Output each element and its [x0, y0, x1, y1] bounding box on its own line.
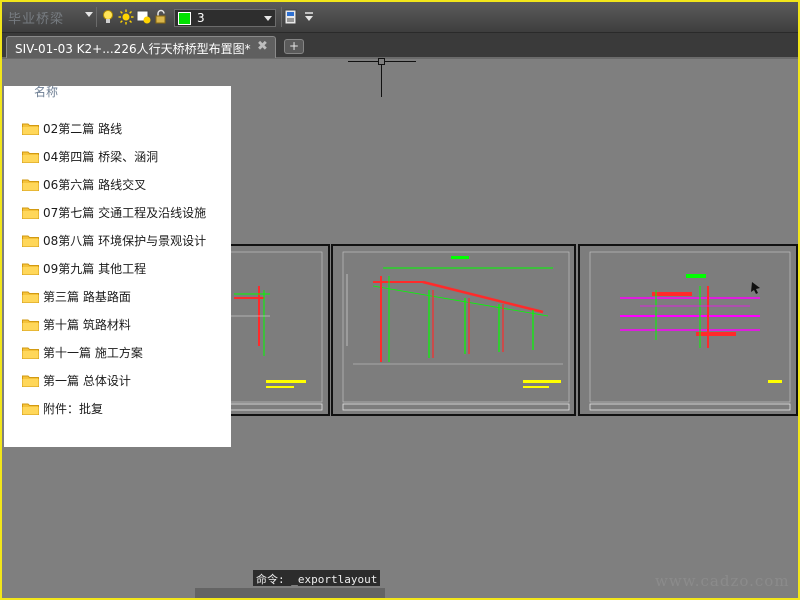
new-tab-button[interactable]: + [284, 39, 304, 54]
sheet-2-drawing [342, 251, 570, 411]
folder-icon [22, 151, 39, 163]
folder-icon [22, 235, 39, 247]
folder-item[interactable]: 07第七篇 交通工程及沿线设施 [22, 198, 206, 226]
command-line[interactable]: 命令: _exportlayout [253, 570, 381, 586]
folder-icon [22, 123, 39, 135]
folder-label: 06第六篇 路线交叉 [43, 177, 147, 192]
folder-icon [22, 207, 39, 219]
toolbar-separator [281, 7, 282, 27]
folder-icon [22, 291, 39, 303]
folder-item[interactable]: 06第六篇 路线交叉 [22, 170, 206, 198]
folder-label: 08第八篇 环境保护与景观设计 [43, 233, 207, 248]
watermark: www.cadzo.com [655, 572, 790, 590]
folder-item[interactable]: 09第九篇 其他工程 [22, 254, 206, 282]
folder-icon [22, 403, 39, 415]
folder-icon [22, 319, 39, 331]
tab-close-icon[interactable]: ✖ [257, 39, 268, 54]
folder-icon [22, 375, 39, 387]
folder-list: 02第二篇 路线 04第四篇 桥梁、涵洞 06第六篇 路线交叉 07第七篇 交通工程及… [22, 114, 206, 422]
toolbar-separator [96, 7, 97, 27]
folder-label: 第一篇 总体设计 [43, 373, 131, 388]
folder-item[interactable]: 第十篇 筑路材料 [22, 310, 206, 338]
layer-freeze-sun-icon[interactable] [118, 9, 134, 25]
top-toolbar: 毕业桥梁 3 [2, 2, 798, 33]
layout-sheet-2[interactable] [331, 244, 576, 416]
layer-color-swatch [178, 12, 191, 25]
crosshair-cursor [381, 61, 382, 97]
crosshair-pickbox [378, 58, 385, 65]
folder-item[interactable]: 第一篇 总体设计 [22, 366, 206, 394]
layer-on-bulb-icon[interactable] [100, 9, 116, 25]
layer-dropdown-chevron-icon [264, 16, 272, 21]
customize-toolbar-icon[interactable] [301, 9, 317, 25]
layer-dropdown[interactable]: 3 [174, 9, 276, 27]
document-tab-bar: SIV-01-03 K2+...226人行天桥桥型布置图* ✖ + [2, 33, 798, 59]
folder-item[interactable]: 第三篇 路基路面 [22, 282, 206, 310]
column-header-name[interactable]: 名称 [34, 83, 58, 100]
folder-label: 第十篇 筑路材料 [43, 317, 131, 332]
sheet-3-drawing [589, 251, 791, 411]
folder-icon [22, 263, 39, 275]
folder-label: 07第七篇 交通工程及沿线设施 [43, 205, 207, 220]
folder-item[interactable]: 08第八篇 环境保护与景观设计 [22, 226, 206, 254]
layer-name: 3 [197, 11, 205, 25]
folder-item[interactable]: 附件：批复 [22, 394, 206, 422]
folder-label: 第三篇 路基路面 [43, 289, 131, 304]
viewport-freeze-icon[interactable] [136, 9, 152, 25]
folder-browser-panel: 名称 02第二篇 路线 04第四篇 桥梁、涵洞 06第六篇 路线交叉 07第七篇 交通… [4, 83, 231, 447]
folder-label: 第十一篇 施工方案 [43, 345, 143, 360]
folder-icon [22, 347, 39, 359]
folder-item[interactable]: 第十一篇 施工方案 [22, 338, 206, 366]
layout-sheet-3[interactable] [578, 244, 798, 416]
folder-item[interactable]: 04第四篇 桥梁、涵洞 [22, 142, 206, 170]
folder-icon [22, 179, 39, 191]
folder-label: 02第二篇 路线 [43, 121, 123, 136]
folder-label: 附件：批复 [43, 401, 104, 416]
workspace-dropdown-icon[interactable] [85, 12, 93, 17]
layer-unlock-icon[interactable] [154, 9, 170, 25]
tab-title: SIV-01-03 K2+...226人行天桥桥型布置图* [15, 42, 251, 56]
toolbar-ghost-text: 毕业桥梁 [8, 12, 65, 26]
tab-drawing[interactable]: SIV-01-03 K2+...226人行天桥桥型布置图* ✖ [6, 36, 276, 58]
layer-properties-icon[interactable] [283, 9, 299, 25]
folder-label: 04第四篇 桥梁、涵洞 [43, 149, 159, 164]
status-bar [195, 588, 385, 598]
folder-label: 09第九篇 其他工程 [43, 261, 147, 276]
folder-item[interactable]: 02第二篇 路线 [22, 114, 206, 142]
